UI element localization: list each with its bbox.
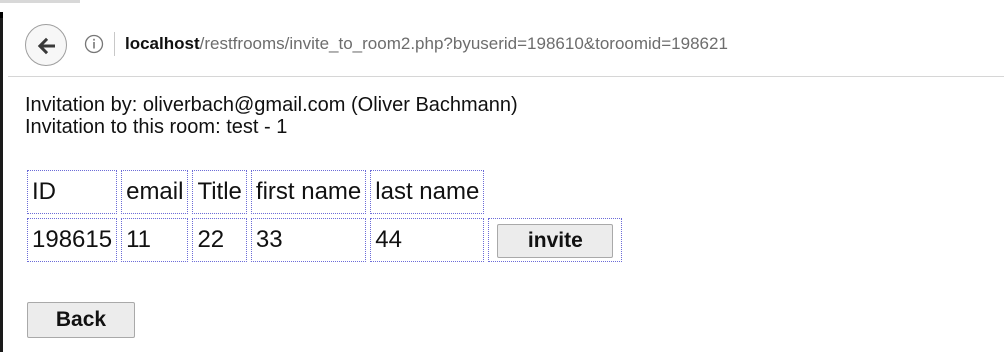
url-host: localhost xyxy=(125,34,200,53)
header-title: Title xyxy=(192,170,247,214)
invitation-room-text: Invitation to this room: test - 1 xyxy=(25,116,288,138)
cell-email: 11 xyxy=(121,218,189,262)
window-edge xyxy=(0,12,3,352)
arrow-left-icon xyxy=(37,37,55,55)
cell-id: 198615 xyxy=(27,218,118,262)
table-header-row: ID email Title first name last name xyxy=(27,170,622,214)
invite-button[interactable]: invite xyxy=(497,224,614,258)
url-path: /restfrooms/invite_to_room2.php?byuserid… xyxy=(199,34,728,53)
window-top-strip xyxy=(0,0,80,3)
table-row: 198615 11 22 33 44 invite xyxy=(27,218,623,262)
header-first-name: first name xyxy=(250,170,367,214)
url-divider xyxy=(114,32,115,56)
browser-toolbar: localhost/restfrooms/invite_to_room2.php… xyxy=(8,12,1004,77)
page-content: Invitation by: oliverbach@gmail.com (Oli… xyxy=(25,94,985,138)
header-id: ID xyxy=(27,170,118,214)
cell-first-name: 33 xyxy=(250,218,367,262)
header-last-name: last name xyxy=(370,170,485,214)
cell-action: invite xyxy=(488,218,623,262)
header-spacer xyxy=(488,170,622,214)
back-button[interactable]: Back xyxy=(27,302,135,338)
address-bar[interactable]: localhost/restfrooms/invite_to_room2.php… xyxy=(125,32,728,56)
invitation-by-text: Invitation by: oliverbach@gmail.com (Oli… xyxy=(25,94,518,116)
header-email: email xyxy=(121,170,189,214)
users-table: ID email Title first name last name 1986… xyxy=(23,166,626,266)
cell-title: 22 xyxy=(192,218,247,262)
browser-back-button[interactable] xyxy=(25,24,67,66)
info-icon[interactable] xyxy=(84,30,104,58)
cell-last-name: 44 xyxy=(370,218,485,262)
